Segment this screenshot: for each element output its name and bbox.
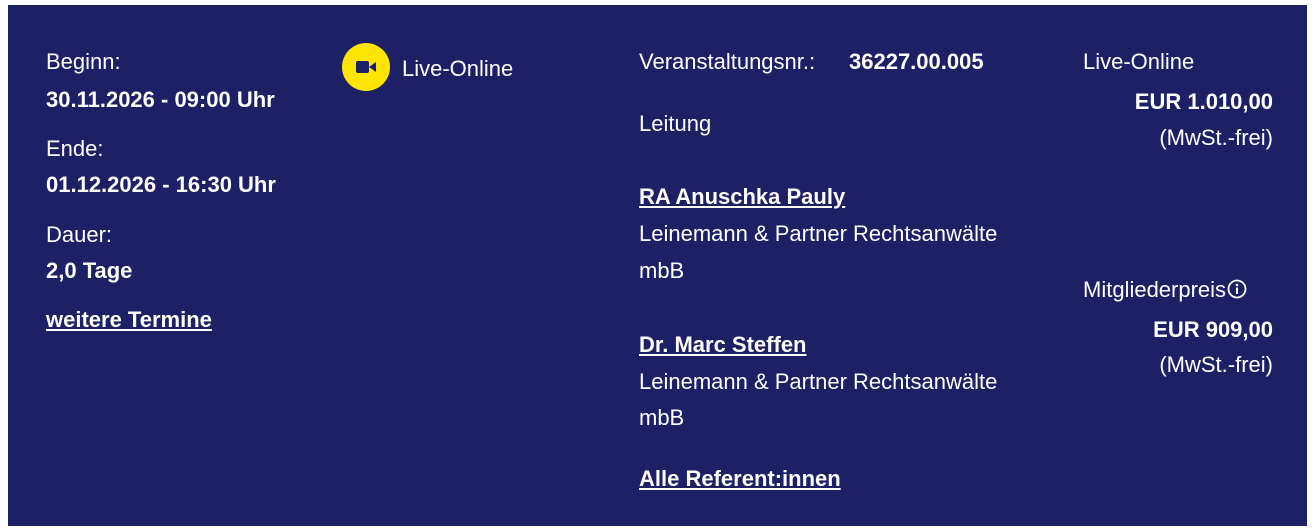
event-number-value: 36227.00.005: [849, 49, 984, 74]
member-price-label-group: Mitgliederpreis: [1083, 277, 1247, 303]
end-value: 01.12.2026 - 16:30 Uhr: [46, 172, 276, 197]
regular-price-label: Live-Online: [1083, 49, 1195, 74]
event-number-label: Veranstaltungsnr.:: [639, 49, 816, 74]
video-camera-icon: [342, 43, 390, 91]
member-price: EUR 909,00: [1153, 317, 1273, 342]
regular-price: EUR 1.010,00: [1134, 89, 1273, 114]
speaker-org: mbB: [639, 258, 685, 283]
all-speakers-link[interactable]: Alle Referent:innen: [639, 466, 841, 492]
start-value: 30.11.2026 - 09:00 Uhr: [46, 87, 275, 112]
duration-value: 2,0 Tage: [46, 258, 133, 283]
format-label: Live-Online: [402, 56, 514, 81]
speaker-org: mbB: [639, 405, 685, 430]
start-label: Beginn:: [46, 49, 121, 74]
lead-label: Leitung: [639, 111, 712, 136]
speaker-org: Leinemann & Partner Rechtsanwälte: [639, 221, 998, 246]
duration-label: Dauer:: [46, 222, 113, 247]
regular-price-note: (MwSt.-frei): [1159, 125, 1273, 150]
member-price-label: Mitgliederpreis: [1083, 277, 1227, 302]
more-dates-link[interactable]: weitere Termine: [46, 307, 212, 333]
speaker-name-link[interactable]: RA Anuschka Pauly: [639, 184, 845, 210]
end-label: Ende:: [46, 136, 104, 161]
event-details-panel: Beginn: 30.11.2026 - 09:00 Uhr Ende: 01.…: [8, 5, 1307, 526]
speaker-name-link[interactable]: Dr. Marc Steffen: [639, 332, 807, 358]
info-icon[interactable]: [1227, 279, 1247, 299]
speaker-org: Leinemann & Partner Rechtsanwälte: [639, 369, 998, 394]
member-price-note: (MwSt.-frei): [1159, 352, 1273, 377]
